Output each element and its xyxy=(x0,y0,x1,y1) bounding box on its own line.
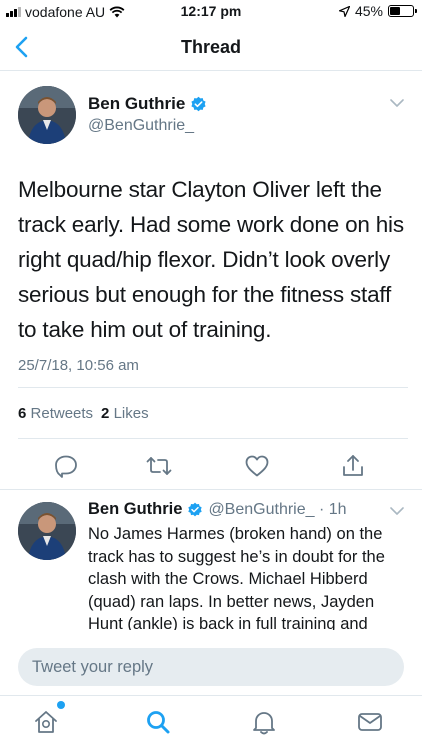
verified-badge-icon xyxy=(188,502,203,516)
reply-tweet[interactable]: Ben Guthrie @BenGuthrie_ · 1h No James H… xyxy=(0,490,422,630)
tweet-actions xyxy=(0,447,422,487)
share-icon[interactable] xyxy=(340,453,366,479)
search-icon[interactable] xyxy=(144,708,172,736)
verified-badge-icon xyxy=(191,96,206,111)
mail-icon[interactable] xyxy=(356,708,384,736)
reply-text: No James Harmes (broken hand) on the tra… xyxy=(88,525,385,630)
status-bar: vodafone AU 12:17 pm 45% xyxy=(0,0,422,24)
tweet-text: Melbourne star Clayton Oliver left the t… xyxy=(18,177,404,342)
likes-stat[interactable]: 2 Likes xyxy=(101,405,149,422)
nav-bar: Thread xyxy=(0,24,422,71)
status-right: 45% xyxy=(338,3,417,19)
tweet-stats: 6 Retweets 2 Likes xyxy=(18,387,408,439)
tweet-timestamp: 25/7/18, 10:56 am xyxy=(18,357,139,374)
tab-bar xyxy=(0,695,422,750)
reply-author-avatar[interactable] xyxy=(18,502,76,560)
author-avatar[interactable] xyxy=(18,86,76,144)
retweets-label: Retweets xyxy=(30,404,94,422)
battery-icon xyxy=(388,5,417,17)
notification-dot xyxy=(57,701,65,709)
author-handle[interactable]: @BenGuthrie_ xyxy=(88,117,207,135)
author-name[interactable]: Ben Guthrie xyxy=(88,94,185,114)
main-tweet: Ben Guthrie @BenGuthrie_ Melbourne star … xyxy=(0,72,422,489)
retweets-count: 6 xyxy=(18,404,27,422)
reply-header: Ben Guthrie @BenGuthrie_ · 1h xyxy=(88,500,347,519)
reply-handle-time: @BenGuthrie_ · 1h xyxy=(208,500,347,518)
author-block: Ben Guthrie @BenGuthrie_ xyxy=(88,94,207,135)
chevron-down-icon[interactable] xyxy=(390,98,404,108)
home-icon[interactable] xyxy=(32,708,60,736)
battery-fill xyxy=(390,7,400,15)
author-name-row[interactable]: Ben Guthrie xyxy=(88,94,207,114)
retweets-stat[interactable]: 6 Retweets xyxy=(18,405,93,422)
location-arrow-icon xyxy=(338,5,350,17)
retweet-icon[interactable] xyxy=(146,453,172,479)
battery-percent: 45% xyxy=(354,3,383,19)
comment-icon[interactable] xyxy=(53,453,79,479)
reply-author-name[interactable]: Ben Guthrie xyxy=(88,500,182,519)
likes-count: 2 xyxy=(101,404,110,422)
likes-label: Likes xyxy=(113,404,149,422)
reply-input[interactable] xyxy=(18,648,404,686)
bell-icon[interactable] xyxy=(250,708,278,736)
chevron-down-icon[interactable] xyxy=(390,506,404,516)
heart-icon[interactable] xyxy=(244,453,270,479)
page-title: Thread xyxy=(180,37,241,57)
reply-composer xyxy=(0,630,422,695)
